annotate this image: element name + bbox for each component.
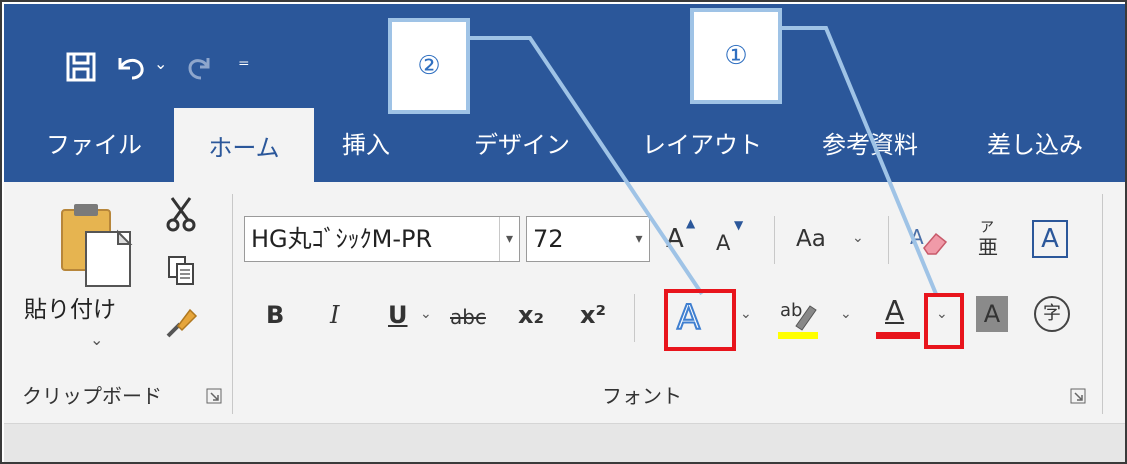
- callout-one: ①: [690, 8, 782, 104]
- callout-one-label: ①: [724, 41, 748, 71]
- text-effects-highlight-box: [664, 289, 736, 351]
- callout-connector-lines: [468, 26, 938, 296]
- callout-two-label: ②: [417, 51, 441, 81]
- font-color-dropdown-highlight-box: [924, 293, 964, 349]
- screenshot-frame: ⌄ ₌ ファイル ホーム 挿入 デザイン レイアウト 参考資料 差し込み 貼り付…: [0, 0, 1127, 464]
- callout-two: ②: [388, 18, 470, 114]
